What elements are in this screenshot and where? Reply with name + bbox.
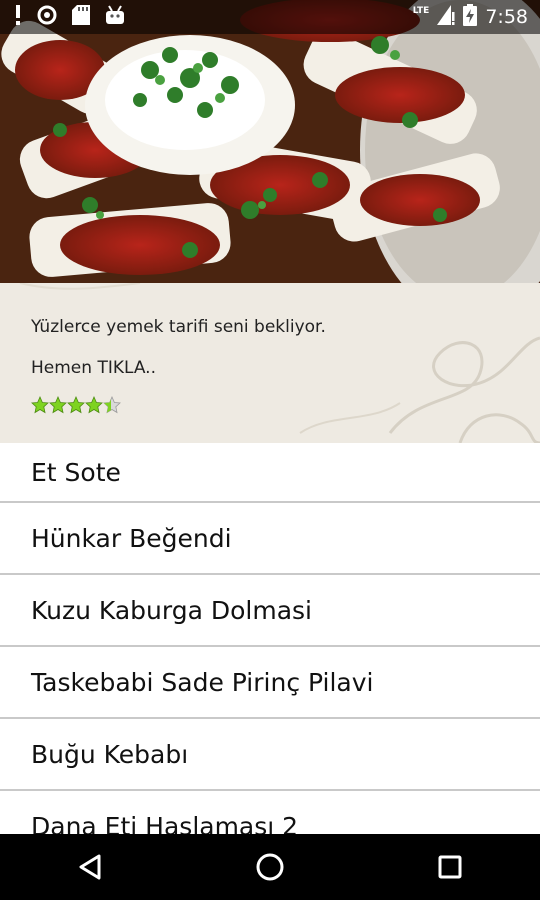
battery-charging-icon bbox=[463, 4, 478, 30]
list-item[interactable]: Et Sote bbox=[0, 443, 540, 503]
list-item[interactable]: Dana Eti Haşlaması 2 bbox=[0, 791, 540, 835]
back-button[interactable] bbox=[60, 837, 120, 897]
star-icon bbox=[85, 396, 103, 414]
promo-text: Yüzlerce yemek tarifi seni bekliyor. bbox=[31, 317, 326, 337]
status-bar: LTE 7:58 bbox=[0, 0, 540, 34]
star-rating-icon bbox=[31, 396, 121, 414]
hero-image[interactable] bbox=[0, 0, 540, 283]
star-icon bbox=[31, 396, 49, 414]
sync-icon bbox=[36, 5, 58, 29]
food-photo bbox=[0, 0, 540, 283]
list-item[interactable]: Buğu Kebabı bbox=[0, 719, 540, 791]
recents-icon bbox=[438, 855, 462, 879]
sd-card-icon bbox=[72, 5, 90, 29]
promo-cta-text: Hemen TIKLA.. bbox=[31, 358, 156, 378]
android-icon bbox=[104, 5, 126, 29]
promo-section[interactable]: Yüzlerce yemek tarifi seni bekliyor. Hem… bbox=[0, 283, 540, 443]
half-star-icon bbox=[103, 396, 121, 414]
list-item[interactable]: Taskebabi Sade Pirinç Pilavi bbox=[0, 647, 540, 719]
list-item[interactable]: Kuzu Kaburga Dolmasi bbox=[0, 575, 540, 647]
star-icon bbox=[67, 396, 85, 414]
recents-button[interactable] bbox=[420, 837, 480, 897]
alert-icon bbox=[14, 5, 22, 29]
signal-icon bbox=[437, 5, 455, 29]
network-type: LTE bbox=[412, 6, 430, 16]
back-icon bbox=[79, 854, 101, 880]
list-item[interactable]: Hünkar Beğendi bbox=[0, 503, 540, 575]
star-icon bbox=[49, 396, 67, 414]
clock: 7:58 bbox=[485, 6, 528, 28]
rating-stars bbox=[31, 396, 121, 414]
home-button[interactable] bbox=[240, 837, 300, 897]
home-icon bbox=[256, 853, 284, 881]
recipe-list[interactable]: Et Sote Hünkar Beğendi Kuzu Kaburga Dolm… bbox=[0, 443, 540, 834]
navigation-bar bbox=[0, 834, 540, 900]
